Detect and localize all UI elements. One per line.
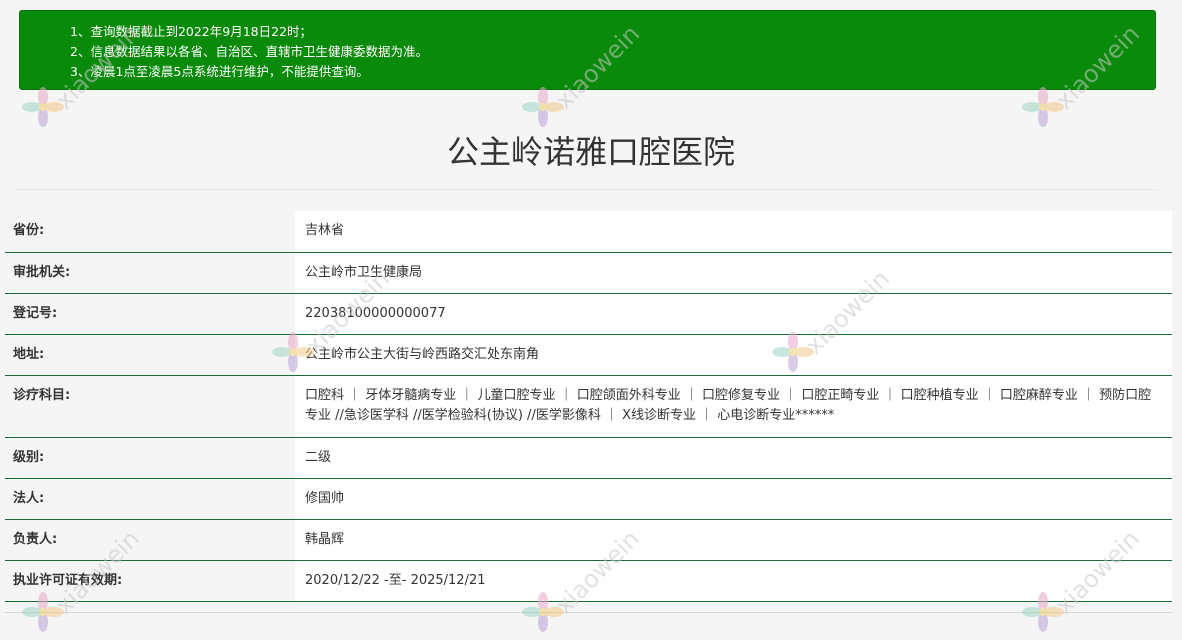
- hospital-info-table: 省份: 吉林省 审批机关: 公主岭市卫生健康局 登记号: 22038100000…: [5, 211, 1172, 602]
- row-label-legal-person: 法人:: [5, 478, 295, 520]
- row-label-departments: 诊疗科目:: [5, 375, 295, 438]
- row-label-level: 级别:: [5, 437, 295, 479]
- row-value-address: 公主岭市公主大街与岭西路交汇处东南角: [295, 334, 1172, 376]
- table-row: 执业许可证有效期: 2020/12/22 -至- 2025/12/21: [5, 560, 1172, 602]
- row-label-province: 省份:: [5, 211, 295, 253]
- notice-line-1: 1、查询数据截止到2022年9月18日22时；: [70, 24, 313, 39]
- row-value-license-validity: 2020/12/22 -至- 2025/12/21: [295, 560, 1172, 602]
- table-row: 诊疗科目: 口腔科 ｜ 牙体牙髓病专业 ｜ 儿童口腔专业 ｜ 口腔颌面外科专业 …: [5, 375, 1172, 438]
- row-label-manager: 负责人:: [5, 519, 295, 561]
- title-divider: [16, 189, 1158, 190]
- row-label-license-validity: 执业许可证有效期:: [5, 560, 295, 602]
- row-value-authority: 公主岭市卫生健康局: [295, 252, 1172, 294]
- table-row: 负责人: 韩晶辉: [5, 519, 1172, 561]
- page-title: 公主岭诺雅口腔医院: [446, 133, 735, 171]
- table-row: 省份: 吉林省: [5, 211, 1172, 253]
- table-row: 法人: 修国帅: [5, 478, 1172, 520]
- row-value-manager: 韩晶辉: [295, 519, 1172, 561]
- table-row: 级别: 二级: [5, 437, 1172, 479]
- notice-line-2: 2、信息数据结果以各省、自治区、直辖市卫生健康委数据为准。: [70, 44, 428, 59]
- table-row: 审批机关: 公主岭市卫生健康局: [5, 252, 1172, 294]
- notice-banner: 1、查询数据截止到2022年9月18日22时； 2、信息数据结果以各省、自治区、…: [19, 10, 1156, 90]
- notice-line-3: 3、凌晨1点至凌晨5点系统进行维护，不能提供查询。: [70, 64, 369, 79]
- row-value-level: 二级: [295, 437, 1172, 479]
- row-value-legal-person: 修国帅: [295, 478, 1172, 520]
- row-value-departments: 口腔科 ｜ 牙体牙髓病专业 ｜ 儿童口腔专业 ｜ 口腔颌面外科专业 ｜ 口腔修复…: [295, 375, 1172, 438]
- row-value-province: 吉林省: [295, 211, 1172, 253]
- watermark-flower-icon: [20, 85, 66, 131]
- watermark-flower-icon: [520, 85, 566, 131]
- table-row: 登记号: 22038100000000077: [5, 293, 1172, 335]
- row-label-registration: 登记号:: [5, 293, 295, 335]
- row-value-registration: 22038100000000077: [295, 293, 1172, 335]
- bottom-divider: [5, 612, 1172, 613]
- row-label-authority: 审批机关:: [5, 252, 295, 294]
- table-row: 地址: 公主岭市公主大街与岭西路交汇处东南角: [5, 334, 1172, 376]
- row-label-address: 地址:: [5, 334, 295, 376]
- watermark-flower-icon: [1020, 85, 1066, 131]
